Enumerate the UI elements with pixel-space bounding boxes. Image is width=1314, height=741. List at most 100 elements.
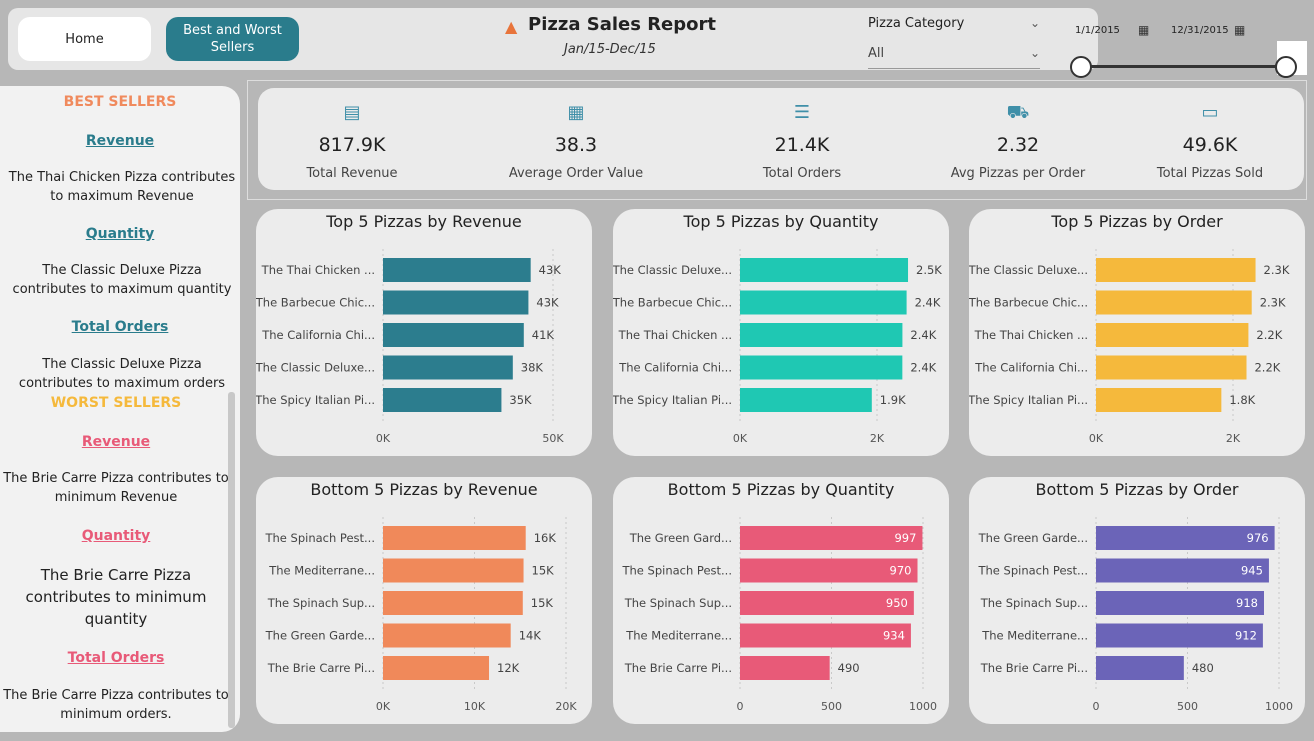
kpi-label: Total Pizzas Sold [1156,166,1264,181]
worst-revenue-link[interactable]: Revenue [0,434,236,450]
slider-start-handle[interactable] [1070,56,1092,78]
category-label: The Spinach Sup... [267,596,375,610]
best-worst-sellers-button[interactable]: Best and Worst Sellers [166,17,299,61]
chart-bottom-orders: Bottom 5 Pizzas by Order 0 500 1000 The Gre… [969,477,1305,724]
data-label: 2.3K [1264,263,1290,277]
x-tick-label: 0K [733,432,748,445]
best-revenue-link[interactable]: Revenue [0,133,240,149]
bar [383,355,513,380]
category-slicer-title: Pizza Category [868,16,965,31]
category-label: The Green Garde... [978,531,1088,545]
bar [1096,290,1252,315]
category-label: The California Chi... [974,361,1088,375]
worst-quantity-text: The Brie Carre Pizza contributes to mini… [25,566,207,628]
calendar-icon[interactable]: ▦ [1234,23,1245,37]
date-end-field[interactable]: 12/31/2015 [1171,25,1229,36]
sidebar: BEST SELLERS Revenue The Thai Chicken Pi… [0,86,240,732]
worst-quantity-link[interactable]: Quantity [0,528,236,544]
data-label: 950 [886,596,908,610]
bar [1096,656,1184,680]
chart-bottom-revenue-svg: 0K 10K 20K The Spinach Pest... 16K The Medite… [264,517,577,713]
x-tick-label: 2K [1226,432,1241,445]
data-label: 14K [519,629,542,643]
kpi-value: 21.4K [774,134,830,156]
date-range-slider[interactable] [1080,65,1288,68]
kpi-value: 49.6K [1182,134,1238,156]
data-label: 2.2K [1254,361,1280,375]
x-tick-label: 10K [464,700,486,713]
kpi-value: 38.3 [554,134,598,156]
category-label: The Thai Chicken ... [618,328,732,342]
kpi-total-orders: ☰ 21.4K Total Orders [702,88,902,190]
category-label: The Spinach Sup... [624,596,732,610]
category-label: The Spinach Sup... [980,596,1088,610]
chart-top-revenue-svg: 0K 50K The Thai Chicken ... 43K The Barbecue… [256,249,564,445]
worst-revenue-text: The Brie Carre Pizza contributes to mini… [3,471,229,505]
data-label: 945 [1241,564,1263,578]
chart-bottom-orders-svg: 0 500 1000 The Green Garde... 976 The Spinach… [977,517,1293,713]
data-label: 16K [534,531,557,545]
worst-sellers-heading: WORST SELLERS [50,395,182,411]
bar [383,290,529,315]
best-sellers-heading: BEST SELLERS [63,94,177,110]
data-label: 1.9K [880,393,906,407]
data-label: 2.4K [910,361,936,375]
x-tick-label: 20K [555,700,577,713]
data-label: 970 [890,564,912,578]
delivery-icon: ⛟ [1006,102,1030,123]
worst-orders-text: The Brie Carre Pizza contributes to mini… [3,688,229,722]
category-label: The Classic Deluxe... [256,361,375,375]
chart-top-orders: Top 5 Pizzas by Order 0K 2K The Classic De… [969,209,1305,456]
x-tick-label: 500 [1177,700,1198,713]
category-label: The Spicy Italian Pi... [613,393,732,407]
data-label: 43K [536,296,559,310]
kpi-panel: ▤ 817.9K Total Revenue ▦ 38.3 Average Or… [258,88,1304,190]
sidebar-scrollbar[interactable] [228,392,235,728]
home-button[interactable]: Home [18,17,151,61]
worst-orders-link[interactable]: Total Orders [0,650,236,666]
slider-end-handle-overlay[interactable] [1275,56,1297,78]
x-tick-label: 1000 [1265,700,1293,713]
best-quantity-text: The Classic Deluxe Pizza contributes to … [12,263,232,297]
category-label: The Mediterrane... [268,564,375,578]
chart-top-quantity: Top 5 Pizzas by Quantity 0K 2K The Classic… [613,209,949,456]
kpi-label: Total Orders [762,166,842,181]
bar [383,388,502,412]
x-tick-label: 0K [1089,432,1104,445]
x-tick-label: 0 [737,700,744,713]
kpi-average-order-value: ▦ 38.3 Average Order Value [476,88,676,190]
page-subtitle: Jan/15-Dec/15 [564,42,656,57]
date-start-field[interactable]: 1/1/2015 [1075,25,1120,36]
page-title: Pizza Sales Report [528,14,716,35]
category-label: The Barbecue Chic... [256,296,375,310]
data-label: 2.4K [915,296,941,310]
category-label: The Mediterrane... [981,629,1088,643]
category-label: The Brie Carre Pi... [624,661,732,675]
chevron-down-icon[interactable]: ⌄ [1030,46,1040,60]
x-tick-label: 1000 [909,700,937,713]
bar [1096,323,1249,347]
bar [740,258,909,282]
chevron-down-icon[interactable]: ⌄ [1030,16,1040,30]
category-label: The Classic Deluxe... [969,263,1088,277]
bar [1096,388,1222,412]
kpi-total-pizzas-sold: ▭ 49.6K Total Pizzas Sold [1110,88,1310,190]
category-dropdown[interactable]: All ⌄ [868,46,1040,69]
x-tick-label: 0K [376,700,391,713]
chart-bottom-revenue: Bottom 5 Pizzas by Revenue 0K 10K 20K The S… [256,477,592,724]
kpi-avg-pizzas-per-order: ⛟ 2.32 Avg Pizzas per Order [918,88,1118,190]
category-label: The Thai Chicken ... [974,328,1088,342]
category-slicer-label[interactable]: Pizza Category ⌄ [868,16,1040,38]
kpi-total-revenue: ▤ 817.9K Total Revenue [252,88,452,190]
category-label: The Green Gard... [629,531,732,545]
bar [383,656,490,680]
x-tick-label: 0K [376,432,391,445]
header-bar: Home Best and Worst Sellers ▲ Pizza Sale… [8,8,1098,70]
bar [740,355,903,380]
category-label: The Barbecue Chic... [969,296,1088,310]
best-quantity-link[interactable]: Quantity [0,226,240,242]
calendar-icon[interactable]: ▦ [1138,23,1149,37]
x-tick-label: 2K [870,432,885,445]
best-orders-link[interactable]: Total Orders [0,319,240,335]
category-label: The Barbecue Chic... [613,296,732,310]
